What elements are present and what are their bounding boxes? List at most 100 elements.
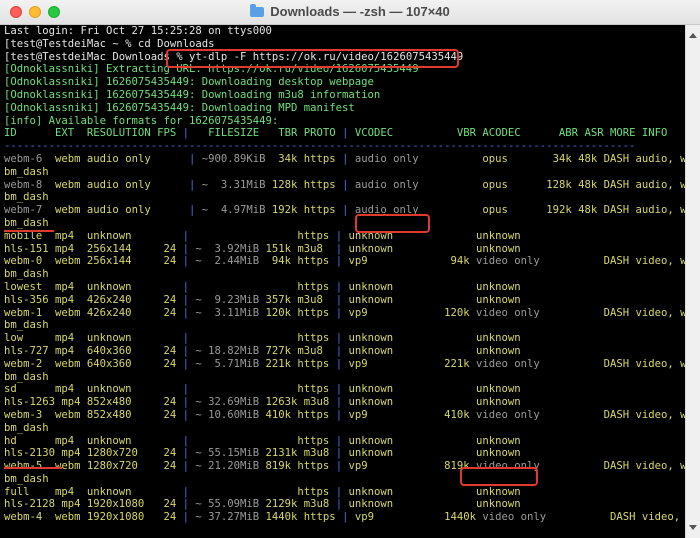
terminal-text: [test@TestdeiMac ~ % cd Downloads xyxy=(4,37,215,50)
terminal-text: 192k https xyxy=(271,204,343,217)
terminal-text: webm-2 webm 640x360 24 xyxy=(4,357,183,370)
terminal-text: ~ 9.23MiB xyxy=(188,293,266,306)
terminal-text: vp9 120k xyxy=(342,306,477,319)
window-title-text: Downloads — -zsh — 107×40 xyxy=(270,4,450,19)
terminal-text: hls-2130 mp4 1280x720 24 xyxy=(4,447,183,460)
terminal-text: 94k https xyxy=(265,255,336,268)
terminal-line: [info] Available formats for 16260754354… xyxy=(4,115,685,128)
terminal-text: vp9 221k xyxy=(342,357,477,370)
terminal-text: https xyxy=(188,332,336,345)
terminal-text: full mp4 unknown xyxy=(4,485,183,498)
terminal-text: audio only xyxy=(348,152,457,165)
folder-icon xyxy=(250,4,265,17)
terminal-text: ~ 4.97MiB xyxy=(195,204,272,217)
window-title: Downloads — -zsh — 107×40 xyxy=(0,4,700,19)
terminal-line: webm-5 webm 1280x720 24 | ~ 21.20MiB 819… xyxy=(4,460,693,473)
terminal-text: vp9 94k xyxy=(342,255,477,268)
terminal-text: 357k m3u8 xyxy=(265,293,336,306)
terminal-text: ~ 21.20MiB xyxy=(188,460,266,473)
terminal-text: DASH video, we xyxy=(603,306,693,319)
terminal-line: [Odnoklassniki] 1626075435449: Downloadi… xyxy=(4,102,685,115)
terminal-text: bm_dash xyxy=(4,421,49,434)
terminal-text: webm audio only xyxy=(55,152,189,165)
terminal-line: low mp4 unknown | https | unknown unknow… xyxy=(4,332,685,345)
terminal-text: bm_dash xyxy=(4,370,49,383)
terminal-text: video only xyxy=(476,306,604,319)
terminal-line: [Odnoklassniki] 1626075435449: Downloadi… xyxy=(4,76,685,89)
terminal-text: webm audio only xyxy=(55,204,189,217)
terminal-text: ~ 18.82MiB xyxy=(188,344,266,357)
terminal-text: video only xyxy=(482,511,610,524)
terminal-text: ~ 32.69MiB xyxy=(188,396,266,409)
terminal-text: unknown unknown xyxy=(342,293,521,306)
terminal-line: bm_dash xyxy=(4,319,685,332)
audio-only-highlight-box xyxy=(355,214,430,233)
terminal-text: 120k https xyxy=(265,306,336,319)
title-bar[interactable]: Downloads — -zsh — 107×40 xyxy=(0,0,700,25)
terminal-text: 221k https xyxy=(265,357,336,370)
terminal-line: bm_dash xyxy=(4,422,685,435)
terminal-output[interactable]: Last login: Fri Oct 27 15:25:28 on ttys0… xyxy=(0,25,699,538)
terminal-text: bm_dash xyxy=(4,191,49,204)
terminal-text: unknown unknown xyxy=(342,332,521,345)
terminal-text: webm-0 webm 256x144 24 xyxy=(4,255,183,268)
terminal-line: webm-0 webm 256x144 24 | ~ 2.44MiB 94k h… xyxy=(4,255,693,268)
terminal-text: lowest mp4 unknown xyxy=(4,280,183,293)
terminal-line: bm_dash xyxy=(4,166,685,179)
scrollbar[interactable] xyxy=(685,25,700,538)
webm7-underline xyxy=(4,230,54,232)
terminal-text: webm audio only xyxy=(55,178,189,191)
terminal-text: hls-727 mp4 640x360 24 xyxy=(4,344,183,357)
terminal-line: full mp4 unknown | https | unknown unkno… xyxy=(4,486,685,499)
terminal-window: Downloads — -zsh — 107×40 Last login: Fr… xyxy=(0,0,700,538)
terminal-text: unknown unknown xyxy=(342,485,521,498)
terminal-text: opus 192k 48k DASH audio, we xyxy=(456,204,693,217)
terminal-line: bm_dash xyxy=(4,473,685,486)
terminal-text: 1263k m3u8 xyxy=(265,396,336,409)
terminal-line: webm-8 webm audio only | ~ 3.31MiB 128k … xyxy=(4,178,693,192)
terminal-text: ~ 3.11MiB xyxy=(188,306,266,319)
terminal-text: webm-7 xyxy=(4,204,56,217)
terminal-line: sd mp4 unknown | https | unknown unknown xyxy=(4,383,685,396)
terminal-text: ~ 10.60MiB xyxy=(188,408,266,421)
terminal-text: ~900.89KiB xyxy=(195,152,272,165)
terminal-text: webm-6 xyxy=(4,152,56,165)
terminal-text: 151k m3u8 xyxy=(265,242,336,255)
terminal-text: bm_dash xyxy=(4,472,49,485)
terminal-text: audio only xyxy=(348,178,457,191)
terminal-text: https xyxy=(188,434,336,447)
terminal-text: DASH video, we xyxy=(603,460,693,473)
terminal-text: [Odnoklassniki] 1626075435449: Downloadi… xyxy=(4,76,374,89)
terminal-text: unknown unknown xyxy=(342,396,521,409)
terminal-text: [Odnoklassniki] 1626075435449: Downloadi… xyxy=(4,101,355,114)
terminal-text: hls-1263 mp4 852x480 24 xyxy=(4,396,183,409)
terminal-text: unknown unknown xyxy=(342,383,521,396)
terminal-text: ~ 5.71MiB xyxy=(188,357,266,370)
terminal-text: [info] Available formats for 16260754354… xyxy=(4,114,279,127)
terminal-line: hls-151 mp4 256x144 24 | ~ 3.92MiB 151k … xyxy=(4,243,685,256)
terminal-text: bm_dash xyxy=(4,319,49,332)
scroll-up-arrow-icon[interactable] xyxy=(689,33,697,38)
terminal-line: lowest mp4 unknown | https | unknown unk… xyxy=(4,281,685,294)
terminal-line: webm-1 webm 426x240 24 | ~ 3.11MiB 120k … xyxy=(4,306,693,320)
terminal-text: 128k https xyxy=(271,178,343,191)
terminal-text: ~ 3.92MiB xyxy=(188,242,266,255)
terminal-text: DASH video, we xyxy=(603,357,693,370)
terminal-text: [Odnoklassniki] 1626075435449: Downloadi… xyxy=(4,88,381,101)
command-highlight-box xyxy=(166,49,459,68)
terminal-line: ----------------------------------------… xyxy=(4,140,685,153)
terminal-text: bm_dash xyxy=(4,268,49,281)
terminal-text: ~ 55.15MiB xyxy=(188,447,266,460)
terminal-text: VCODEC VBR ACODEC ABR ASR MORE INFO xyxy=(348,127,668,140)
terminal-text: opus 128k 48k DASH audio, we xyxy=(456,178,693,191)
terminal-text: ~ 3.31MiB xyxy=(195,178,272,191)
terminal-text: DASH video, we xyxy=(603,255,693,268)
terminal-text: unknown unknown xyxy=(342,344,521,357)
scroll-down-arrow-icon[interactable] xyxy=(689,525,697,530)
terminal-line: Last login: Fri Oct 27 15:25:28 on ttys0… xyxy=(4,25,685,38)
terminal-line: bm_dash xyxy=(4,217,685,230)
terminal-text: unknown unknown xyxy=(342,434,521,447)
terminal-text: Last login: Fri Oct 27 15:25:28 on ttys0… xyxy=(4,25,272,37)
terminal-text: unknown unknown xyxy=(342,242,521,255)
terminal-text: low mp4 unknown xyxy=(4,332,183,345)
